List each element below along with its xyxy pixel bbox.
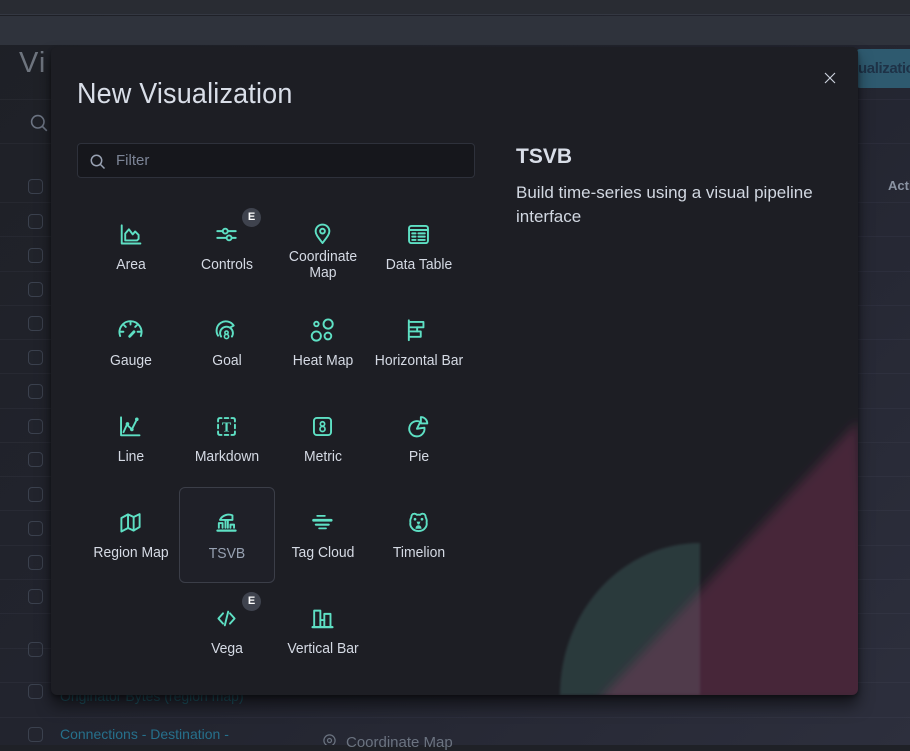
svg-text:T: T (222, 419, 232, 435)
